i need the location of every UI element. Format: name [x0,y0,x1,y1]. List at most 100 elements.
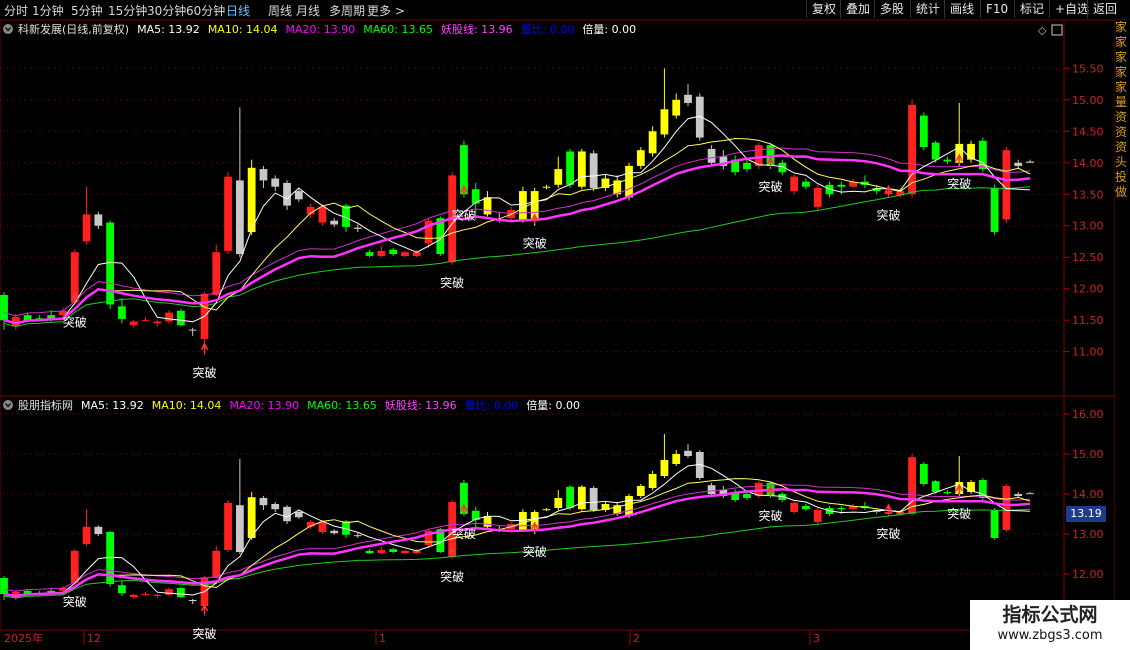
x-axis-month-label: 3 [813,632,820,645]
main-y-tick-label: 12.50 [1072,251,1104,264]
main-y-tick-label: 12.00 [1072,283,1104,296]
sub-candle-body [294,512,303,518]
sub-indicator-3: MA60: 13.65 [307,399,377,412]
sub-candle-body [129,594,138,598]
watermark-url: www.zbgs3.com [997,628,1103,643]
main-candle-body [684,94,692,103]
sub-candle-body [82,526,91,544]
main-indicator-1: MA10: 14.04 [208,23,278,36]
sub-candle-body [94,526,103,534]
main-candle-body [931,142,940,160]
sub-ma60-line [3,508,1031,599]
side-char: 家 [1115,65,1128,79]
sub-indicator-1: MA10: 14.04 [152,399,222,412]
sub-candle-body [542,509,551,511]
side-char: 量 [1115,95,1128,109]
sub-candle-body [235,505,244,552]
main-title: 科新发展(日线,前复权) [18,22,129,36]
multi-stock-button[interactable]: 多股 [874,0,909,18]
period-tab-30min[interactable]: 30分钟 [147,2,186,19]
main-candle-body [908,104,916,195]
side-char: 资 [1115,110,1128,124]
sub-candle-body [908,457,916,514]
sub-candle-body [153,594,162,596]
main-candle-body [554,169,563,185]
main-candle-body [790,176,799,192]
main-candle-body [1014,162,1023,166]
sub-y-tick-label: 15.00 [1072,448,1104,461]
adjust-button[interactable]: 复权 [806,0,841,18]
sub-breakout-label: 突破 [452,526,476,541]
stats-button[interactable]: 统计 [910,0,945,18]
main-breakout-label: 突破 [440,275,464,290]
main-candle-body [247,167,256,233]
sub-candle-body [377,550,386,554]
sub-title: 股朋指标网 [18,398,73,412]
period-tab-more[interactable]: 更多 > [367,2,405,19]
main-candle-body [177,310,185,326]
main-candle-body [294,191,303,200]
side-char: 资 [1115,140,1128,154]
price-tag: 13.19 [1066,506,1106,522]
main-candle-body [389,249,398,255]
side-char: 资 [1115,125,1128,139]
main-breakout-label: 突破 [192,365,216,380]
sub-candle-body [1026,493,1034,495]
draw-button[interactable]: 画线 [944,0,979,18]
mark-button[interactable]: 标记 [1014,0,1049,18]
period-tab-multi[interactable]: 多周期 [329,2,365,19]
main-candle-body [919,115,928,148]
sub-candle-body [943,492,952,494]
main-candle-body [990,187,999,233]
x-axis-month-label: 2 [633,632,640,645]
sub-candle-body [483,516,492,527]
sub-candle-body [401,550,409,554]
period-tab-weekly[interactable]: 周线 [268,2,292,19]
sub-y-tick-label: 12.00 [1072,568,1104,581]
back-button[interactable]: 返回 [1087,0,1122,18]
sub-candle-body [566,486,574,508]
sub-y-tick-label: 13.00 [1072,528,1104,541]
period-tab-1min[interactable]: 1分钟 [32,2,64,19]
side-char: 做 [1115,185,1128,199]
sub-indicator-5: 量比: 0.00 [465,399,519,412]
main-candle-body [636,150,645,166]
main-candle-body [802,181,810,187]
f10-button[interactable]: F10 [980,0,1013,18]
main-candle-body [660,109,669,135]
main-candle-body [271,178,280,187]
main-y-tick-label: 14.50 [1072,125,1104,138]
sub-candle-body [672,454,681,464]
sub-candle-body [0,578,8,594]
main-candle-body [943,159,952,162]
watermark-title: 指标公式网 [1002,604,1098,626]
sub-candle-body [365,550,374,554]
main-candle-body [577,151,586,187]
sub-indicator-0: MA5: 13.92 [81,399,144,412]
period-tab-daily[interactable]: 日线 [226,2,250,19]
sub-candle-body [353,535,362,537]
period-tab-fenshi[interactable]: 分时 [4,2,28,19]
main-legend: 科新发展(日线,前复权) MA5: 13.92 MA10: 14.04 MA20: 1… [18,22,636,36]
period-tab-5min[interactable]: 5分钟 [71,2,103,19]
sub-candle-body [330,530,339,534]
sub-candle-body [790,502,799,512]
main-candle-body [377,250,386,256]
main-candle-body [212,252,221,295]
period-tab-15min[interactable]: 15分钟 [108,2,147,19]
period-tab-monthly[interactable]: 月线 [296,2,320,19]
main-candle-body [224,176,232,251]
main-candle-body [401,252,409,256]
period-tab-60min[interactable]: 60分钟 [186,2,225,19]
overlay-button[interactable]: 叠加 [840,0,875,18]
sub-breakout-label: 突破 [192,626,216,641]
main-candle-body [743,162,751,170]
main-candle-body [141,320,150,322]
sub-candle-body [636,486,645,496]
main-y-tick-label: 13.00 [1072,220,1104,233]
main-candle-body [813,187,822,207]
period-toolbar: 分时 1分钟 5分钟 15分钟 30分钟 60分钟 日线 周线 月线 多周期 更多 > 复权 叠加 多股统… [0,0,1130,20]
main-candle-body [165,312,173,322]
main-indicator-5: 量比: 0.00 [521,23,575,36]
sub-candle-body [684,450,692,456]
